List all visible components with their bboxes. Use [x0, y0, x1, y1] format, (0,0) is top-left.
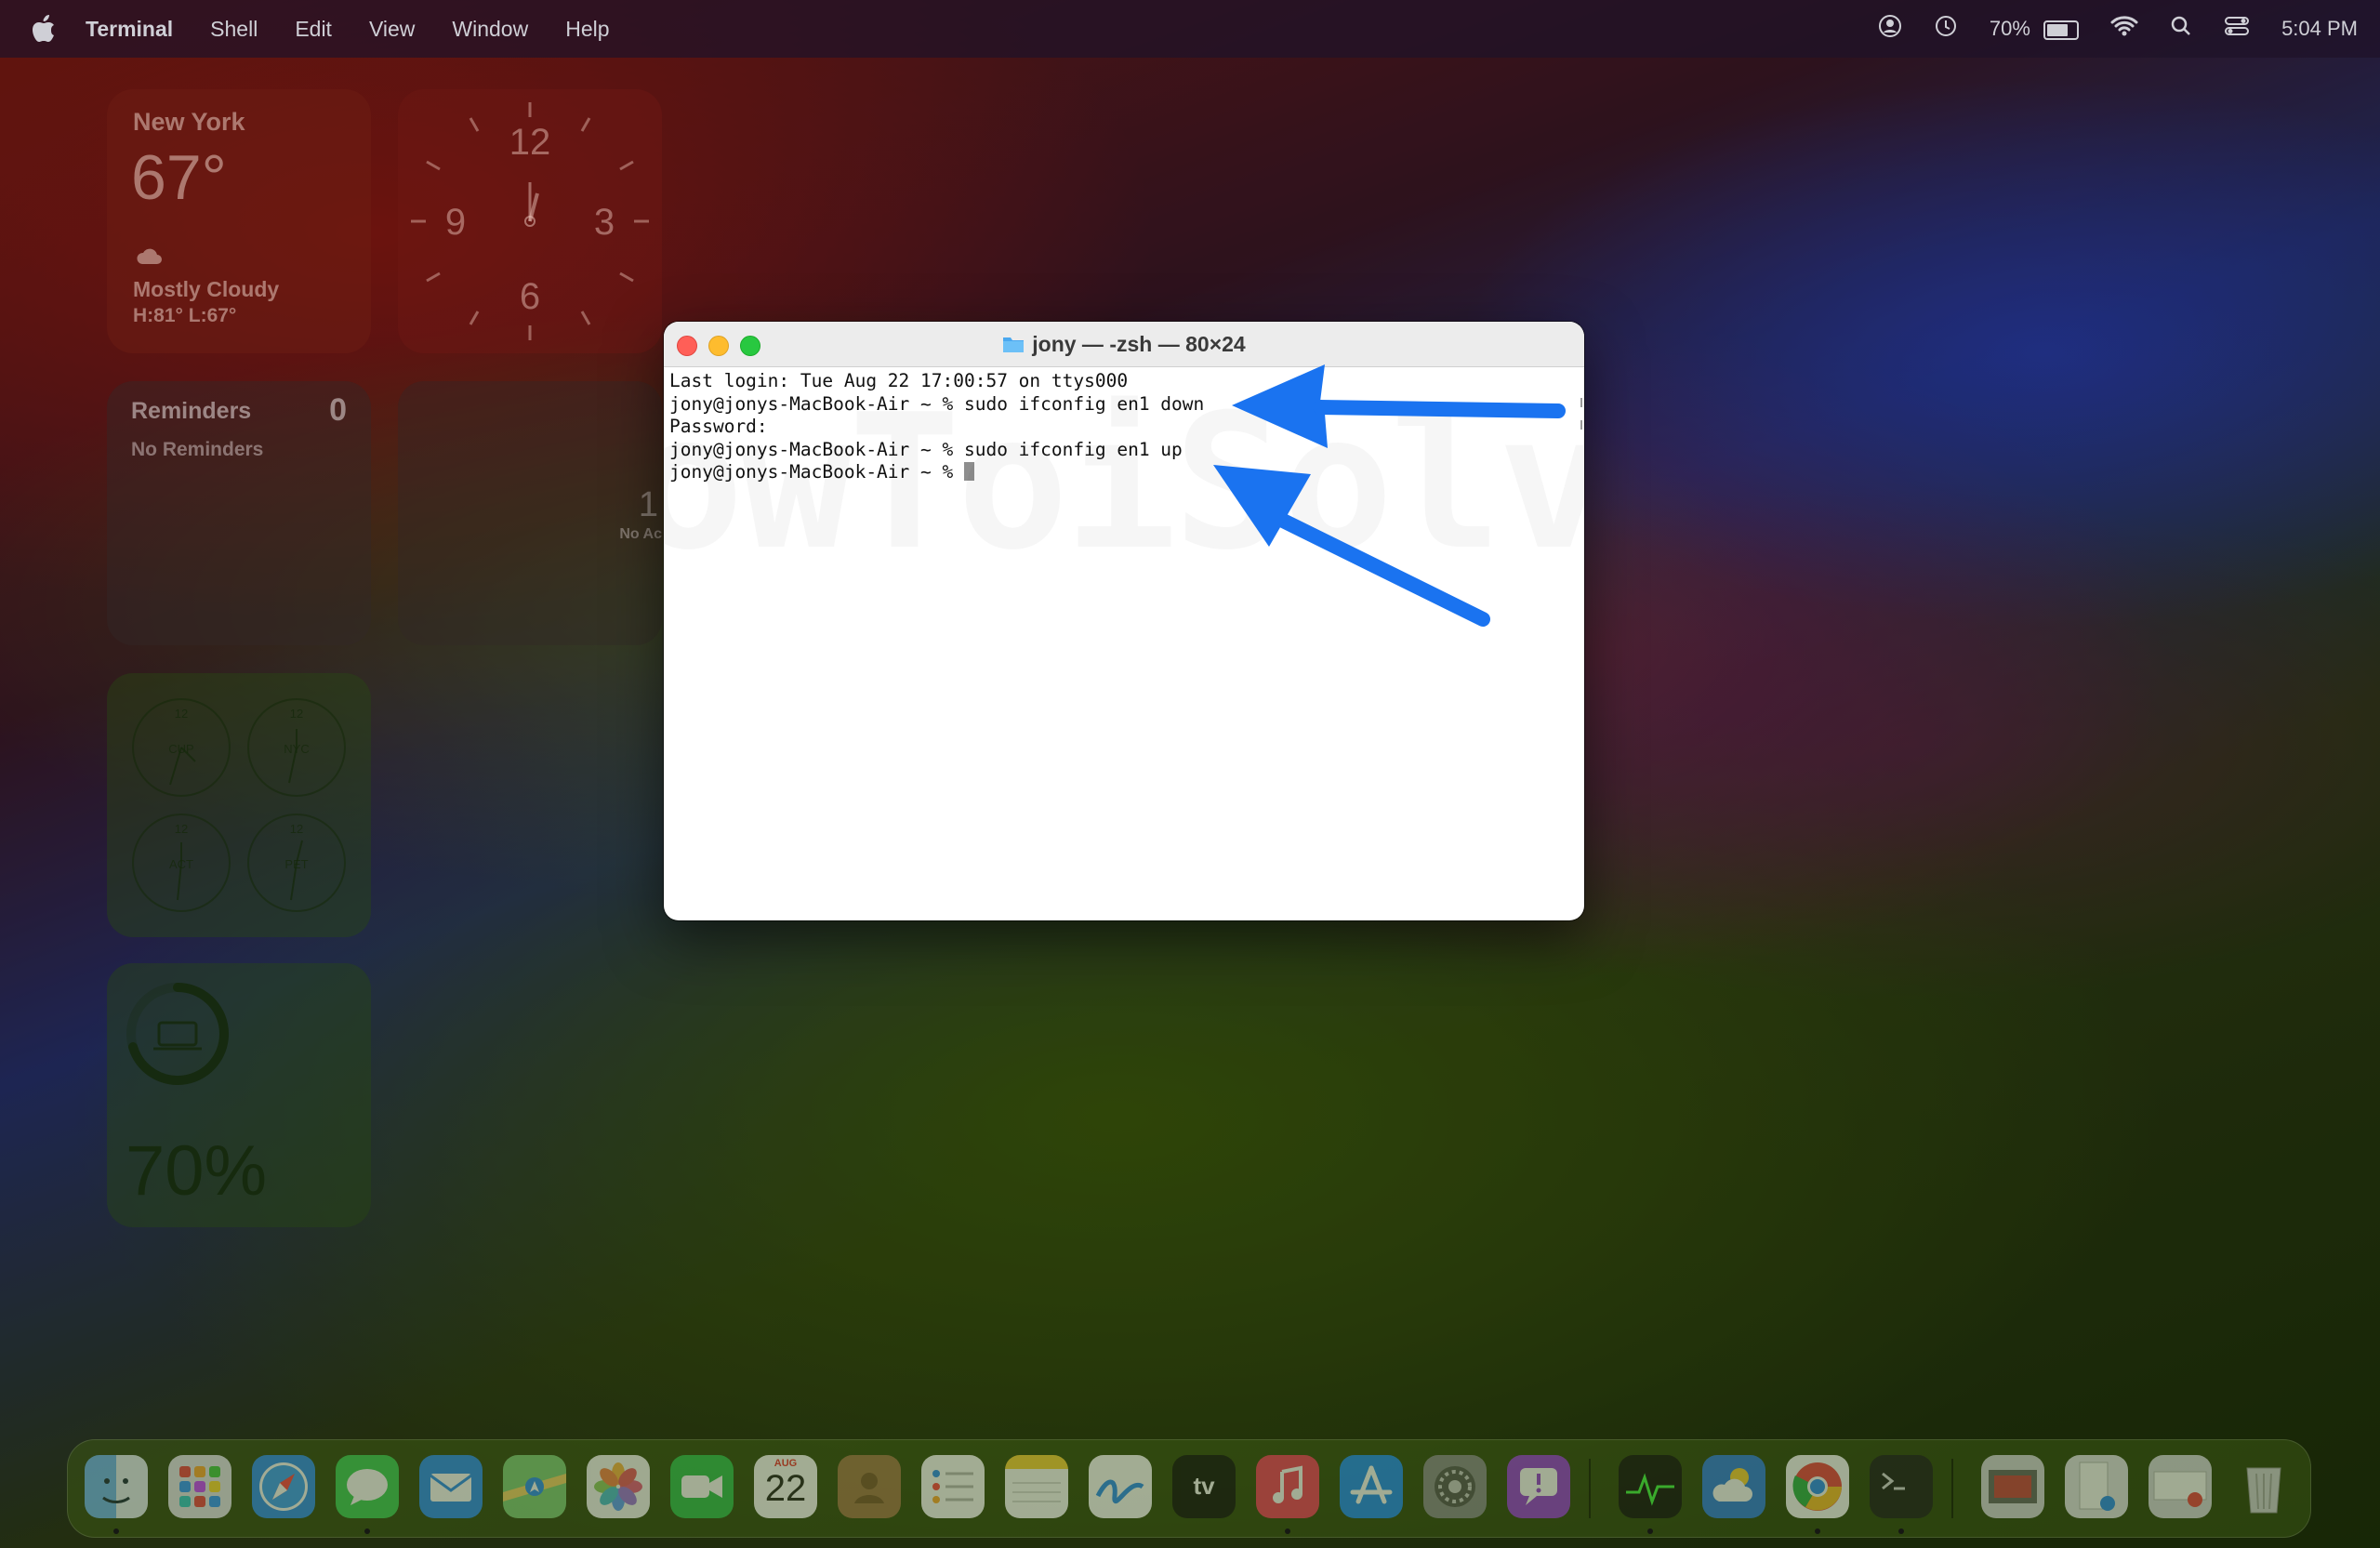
reminders-icon[interactable]: [921, 1455, 985, 1518]
weather-temp: 67°: [131, 142, 227, 213]
launchpad-icon[interactable]: [168, 1455, 231, 1518]
dock: AUG 22 tv: [67, 1439, 2311, 1538]
trash-icon[interactable]: [2232, 1455, 2295, 1518]
svg-text:12: 12: [175, 707, 188, 721]
apple-tv-icon[interactable]: tv: [1172, 1455, 1236, 1518]
laptop-icon: [153, 1021, 202, 1051]
calendar-day: 22: [764, 1468, 807, 1509]
battery-icon: [2043, 20, 2080, 40]
weather-high-low: H:81° L:67°: [133, 305, 237, 326]
wifi-icon[interactable]: [2110, 15, 2138, 43]
world-clocks: 12121212 CUP NYC ACT PET: [132, 698, 346, 912]
user-icon[interactable]: [1878, 14, 1902, 44]
reminders-count: 0: [329, 392, 347, 428]
system-settings-icon[interactable]: [1423, 1455, 1487, 1518]
scroll-marker: [1580, 398, 1582, 407]
running-indicator: [1815, 1528, 1820, 1534]
notes-icon[interactable]: [1005, 1455, 1068, 1518]
folder-icon: [1003, 337, 1025, 352]
mail-icon[interactable]: [419, 1455, 483, 1518]
running-indicator: [364, 1528, 370, 1534]
terminal-icon[interactable]: [1870, 1455, 1933, 1518]
reminders-empty-text: No Reminders: [131, 439, 264, 460]
safari-icon[interactable]: [252, 1455, 315, 1518]
maps-icon[interactable]: [503, 1455, 566, 1518]
downloads-icon[interactable]: [1981, 1455, 2044, 1518]
window-title: jony — -zsh — 80×24: [664, 322, 1584, 366]
reminders-title: Reminders: [131, 398, 252, 424]
battery-percent: 70%: [1989, 17, 2030, 40]
messages-icon[interactable]: [336, 1455, 399, 1518]
watermark: owToiSolve.c: [664, 472, 1584, 496]
control-center-icon[interactable]: [2224, 15, 2250, 43]
world-clock-widget[interactable]: 12121212 CUP NYC ACT PET: [107, 673, 371, 937]
battery-widget-percent: 70%: [126, 1131, 268, 1211]
menu-view[interactable]: View: [369, 17, 415, 42]
calendar-icon[interactable]: AUG 22: [754, 1455, 817, 1518]
running-indicator: [1647, 1528, 1653, 1534]
svg-text:12: 12: [290, 822, 303, 836]
running-indicator: [1285, 1528, 1290, 1534]
menu-terminal[interactable]: Terminal: [86, 17, 173, 42]
chrome-icon[interactable]: [1786, 1455, 1849, 1518]
window-titlebar[interactable]: jony — -zsh — 80×24: [664, 322, 1584, 367]
activity-label: No Ac: [619, 526, 662, 542]
tv-label: tv: [1193, 1472, 1215, 1500]
clock-number-12: 12: [509, 122, 551, 163]
reminders-widget[interactable]: Reminders 0 No Reminders: [107, 381, 371, 645]
clock-number-6: 6: [520, 276, 540, 317]
activity-monitor-icon[interactable]: [1619, 1455, 1682, 1518]
battery-widget[interactable]: 70%: [107, 963, 371, 1227]
window-title-text: jony — -zsh — 80×24: [1032, 331, 1246, 356]
clock-number-3: 3: [594, 202, 615, 243]
documents-icon[interactable]: [2065, 1455, 2128, 1518]
feedback-assistant-icon[interactable]: [1507, 1455, 1570, 1518]
menu-bar: Terminal Shell Edit View Window Help 70%…: [0, 0, 2380, 58]
finder-icon[interactable]: [85, 1455, 148, 1518]
weather-city: New York: [133, 108, 245, 136]
clock-number-9: 9: [445, 202, 466, 243]
battery-status[interactable]: 70%: [1989, 17, 2080, 41]
activity-widget[interactable]: 1 No Ac: [398, 381, 662, 645]
analog-clock-widget[interactable]: 12 3 6 9: [398, 89, 662, 353]
app-store-icon[interactable]: [1340, 1455, 1403, 1518]
menu-window[interactable]: Window: [452, 17, 528, 42]
svg-text:12: 12: [175, 822, 188, 836]
time-machine-icon[interactable]: [1934, 14, 1958, 44]
apple-icon[interactable]: [30, 13, 58, 45]
dock-separator: [1951, 1459, 1953, 1518]
weather-widget[interactable]: New York 67° Mostly Cloudy H:81° L:67°: [107, 89, 371, 353]
svg-text:12: 12: [290, 707, 303, 721]
running-indicator: [113, 1528, 119, 1534]
scroll-marker: [1580, 420, 1582, 430]
terminal-window[interactable]: jony — -zsh — 80×24 owToiSolve.c Last lo…: [664, 322, 1584, 920]
clock-face: 12 3 6 9: [411, 102, 649, 340]
activity-value: 1: [638, 485, 658, 524]
weather-condition: Mostly Cloudy: [133, 277, 280, 301]
music-icon[interactable]: [1256, 1455, 1319, 1518]
terminal-output[interactable]: owToiSolve.c Last login: Tue Aug 22 17:0…: [669, 370, 1579, 920]
running-indicator: [1898, 1528, 1904, 1534]
contacts-icon[interactable]: [838, 1455, 901, 1518]
cloud-icon: [135, 247, 163, 271]
weather-icon[interactable]: [1702, 1455, 1765, 1518]
menu-edit[interactable]: Edit: [295, 17, 332, 42]
spotlight-search-icon[interactable]: [2170, 15, 2192, 43]
facetime-icon[interactable]: [670, 1455, 734, 1518]
menu-help[interactable]: Help: [565, 17, 609, 42]
recent-window-icon[interactable]: [2149, 1455, 2212, 1518]
menu-shell[interactable]: Shell: [210, 17, 258, 42]
menu-clock[interactable]: 5:04 PM: [2281, 17, 2358, 41]
photos-icon[interactable]: [587, 1455, 650, 1518]
freeform-icon[interactable]: [1089, 1455, 1152, 1518]
dock-separator: [1589, 1459, 1591, 1518]
